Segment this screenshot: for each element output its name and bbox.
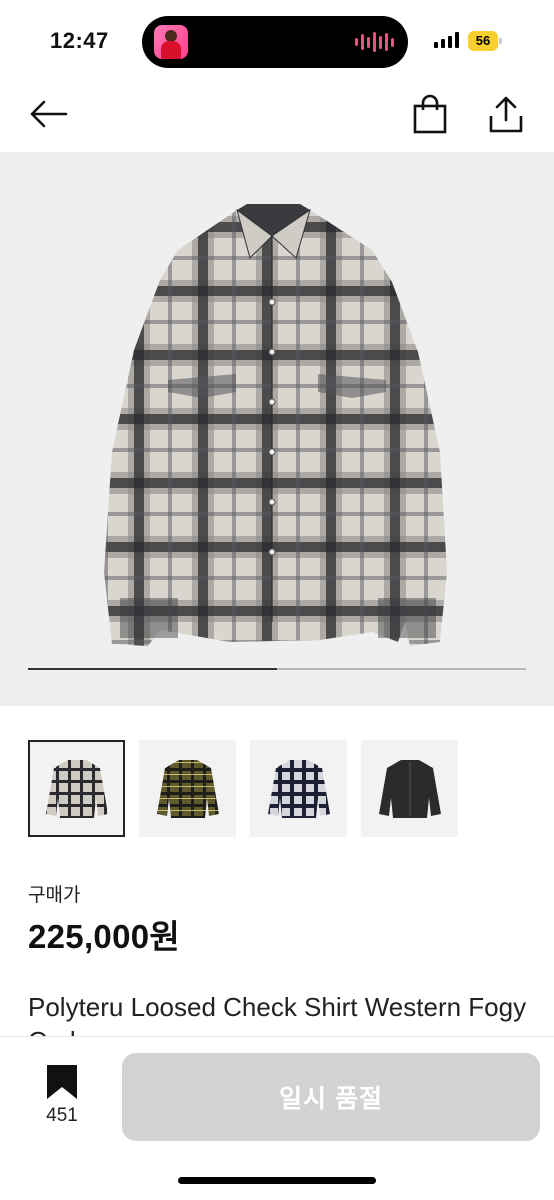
back-button[interactable] — [26, 92, 70, 136]
shopping-bag-icon — [413, 94, 447, 134]
share-button[interactable] — [484, 92, 528, 136]
shirt-thumbnail-icon — [45, 759, 108, 818]
product-title: Polyteru Loosed Check Shirt Western Fogy… — [28, 992, 527, 1040]
music-album-art-icon — [154, 25, 188, 59]
arrow-left-icon — [30, 100, 68, 128]
bottom-action-bar: 451 일시 품절 — [0, 1036, 554, 1200]
top-nav-bar — [0, 82, 554, 146]
home-indicator[interactable] — [178, 1177, 376, 1184]
bookmark-icon — [47, 1065, 77, 1099]
shirt-thumbnail-icon — [156, 759, 219, 818]
shirt-thumbnail-icon — [267, 759, 330, 818]
thumbnail-strip — [28, 740, 526, 838]
shirt-thumbnail-icon — [378, 759, 441, 818]
thumbnail-black[interactable] — [361, 740, 458, 837]
battery-icon: 56 — [468, 31, 502, 51]
status-bar: 12:47 56 — [0, 0, 554, 80]
share-upload-icon — [489, 96, 523, 133]
cellular-signal-icon — [434, 32, 459, 48]
thumbnail-navy-plaid[interactable] — [250, 740, 347, 837]
product-main-image — [104, 204, 447, 646]
battery-level: 56 — [468, 31, 498, 51]
thumbnail-grey-plaid[interactable] — [28, 740, 125, 837]
sold-out-button[interactable]: 일시 품절 — [122, 1053, 540, 1141]
product-image-gallery[interactable] — [0, 152, 554, 706]
product-price: 225,000원 — [28, 918, 181, 955]
dynamic-island[interactable] — [142, 16, 408, 68]
price-label: 구매가 — [28, 885, 81, 906]
gallery-progress-fill — [28, 668, 277, 670]
status-time: 12:47 — [50, 28, 109, 53]
bookmark-button[interactable]: 451 — [34, 1063, 90, 1133]
shopping-bag-button[interactable] — [408, 92, 452, 136]
gallery-progress-track — [28, 668, 526, 670]
audio-waveform-icon — [355, 32, 394, 52]
bookmark-count: 451 — [46, 1105, 78, 1126]
thumbnail-olive-plaid[interactable] — [139, 740, 236, 837]
